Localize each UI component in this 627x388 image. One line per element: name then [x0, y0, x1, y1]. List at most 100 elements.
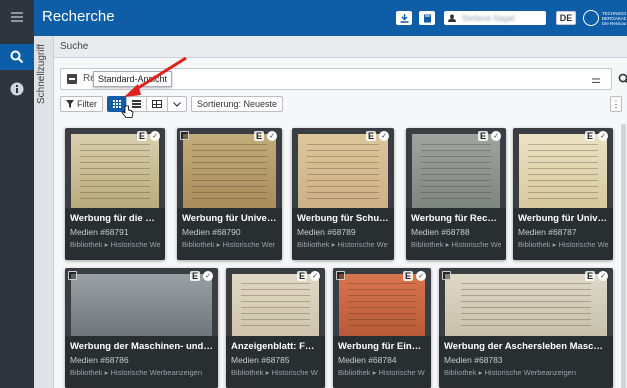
search-button[interactable]: [616, 68, 627, 90]
card-path: Bibliothek ▸ Historische We: [411, 240, 501, 249]
copy-icon[interactable]: [442, 271, 451, 280]
card-media-id: Medien #68786: [70, 355, 129, 365]
card-path: Bibliothek ▸ Historische We: [518, 240, 608, 249]
card-badge: E: [477, 131, 488, 141]
card-badge: E: [365, 131, 376, 141]
card-media-id: Medien #68790: [182, 227, 241, 237]
card-meta: Werbung der Maschinen- und Ar... Medien …: [65, 336, 218, 388]
filter-sliders-icon[interactable]: ⚌: [591, 73, 601, 86]
quick-access-label: Schnellzugriff: [36, 44, 47, 104]
card-title: Werbung für Receiv...: [411, 213, 501, 224]
card-badge: E: [584, 271, 595, 281]
results-scrollbar[interactable]: [621, 124, 626, 388]
card-path: Bibliothek ▸ Historische W: [338, 368, 425, 377]
select-checkbox[interactable]: ✓: [310, 271, 320, 281]
result-card[interactable]: E ✓ Anzeigenblatt: Füh... Medien #68785 …: [226, 268, 325, 388]
select-checkbox[interactable]: ✓: [203, 271, 213, 281]
select-checkbox[interactable]: ✓: [150, 131, 160, 141]
language-button[interactable]: DE: [556, 11, 576, 25]
result-card[interactable]: E ✓ Werbung für Receiv... Medien #68788 …: [406, 128, 506, 260]
select-checkbox[interactable]: ✓: [598, 131, 608, 141]
card-media-id: Medien #68788: [411, 227, 470, 237]
card-meta: Werbung für die Feu... Medien #68791 Bib…: [65, 208, 165, 260]
card-media-id: Medien #68789: [297, 227, 356, 237]
quick-access-strip[interactable]: Schnellzugriff: [34, 36, 54, 388]
copy-icon[interactable]: [68, 271, 77, 280]
view-mode-group: [107, 96, 187, 112]
top-bar: Recherche Stefanie Nagel DE TECHNISCHE U…: [34, 0, 627, 36]
search-icon: [618, 73, 627, 84]
select-checkbox[interactable]: ✓: [267, 131, 277, 141]
result-card[interactable]: E ✓ Werbung für Einba... Medien #68784 B…: [333, 268, 431, 388]
card-thumbnail: [339, 274, 425, 336]
card-meta: Werbung der Aschersleben Maschinen... Me…: [439, 336, 613, 388]
table-view-button[interactable]: [146, 96, 168, 112]
card-thumbnail: [71, 274, 212, 336]
card-path: Bibliothek ▸ Historische W: [231, 368, 318, 377]
card-thumbnail: [232, 274, 319, 336]
card-meta: Werbung für Einba... Medien #68784 Bibli…: [333, 336, 431, 388]
card-path: Bibliothek ▸ Historische We: [297, 240, 388, 249]
download-button[interactable]: [396, 11, 412, 25]
card-title: Werbung der Maschinen- und Ar...: [70, 341, 213, 352]
result-card[interactable]: E ✓ Werbung für Schutzb... Medien #68789…: [292, 128, 394, 260]
card-title: Anzeigenblatt: Füh...: [231, 341, 320, 352]
select-checkbox[interactable]: ✓: [491, 131, 501, 141]
search-section-header: Suche: [54, 36, 627, 58]
select-checkbox[interactable]: ✓: [598, 271, 608, 281]
card-meta: Werbung für Univers... Medien #68790 Bib…: [177, 208, 282, 260]
info-icon[interactable]: [0, 76, 34, 102]
card-media-id: Medien #68787: [518, 227, 577, 237]
list-icon: [132, 100, 141, 108]
select-checkbox[interactable]: ✓: [379, 131, 389, 141]
card-media-id: Medien #68791: [70, 227, 129, 237]
card-media-id: Medien #68783: [444, 355, 503, 365]
search-nav-icon[interactable]: [0, 44, 34, 70]
copy-icon[interactable]: [180, 131, 189, 140]
card-title: Werbung für die Feu...: [70, 213, 160, 224]
card-meta: Werbung für Receiv... Medien #68788 Bibl…: [406, 208, 506, 260]
more-options-button[interactable]: ⋮: [610, 96, 622, 112]
search-input[interactable]: Re Standard-Ansicht ⚌: [60, 68, 612, 90]
card-badge: E: [296, 271, 307, 281]
result-card[interactable]: E ✓ Werbung für Univers... Medien #68790…: [177, 128, 282, 260]
grid-view-button[interactable]: [107, 96, 127, 112]
saved-search-icon[interactable]: [67, 74, 77, 84]
card-path: Bibliothek ▸ Historische Werbeanzeigen: [444, 368, 577, 377]
select-checkbox[interactable]: ✓: [416, 271, 426, 281]
card-title: Werbung für Einba...: [338, 341, 426, 352]
card-title: Werbung für Univers...: [182, 213, 277, 224]
card-thumbnail: [412, 134, 500, 208]
download-icon: [400, 13, 408, 23]
card-media-id: Medien #68785: [231, 355, 290, 365]
menu-icon[interactable]: [0, 4, 34, 30]
card-title: Werbung für Univers...: [518, 213, 608, 224]
filter-button[interactable]: Filter: [60, 96, 103, 112]
card-path: Bibliothek ▸ Historische We: [70, 240, 160, 249]
result-card[interactable]: E ✓ Werbung für die Feu... Medien #68791…: [65, 128, 165, 260]
list-view-button[interactable]: [126, 96, 147, 112]
user-icon: [448, 14, 456, 22]
view-selection-tooltip[interactable]: Standard-Ansicht: [93, 71, 173, 87]
card-meta: Werbung für Univers... Medien #68787 Bib…: [513, 208, 613, 260]
copy-icon[interactable]: [336, 271, 345, 280]
search-section-label: Suche: [60, 41, 89, 52]
sort-button[interactable]: Sortierung: Neueste: [191, 96, 284, 112]
result-card[interactable]: E ✓ Werbung der Aschersleben Maschinen..…: [439, 268, 613, 388]
result-card[interactable]: E ✓ Werbung der Maschinen- und Ar... Med…: [65, 268, 218, 388]
card-badge: E: [136, 131, 147, 141]
card-badge: E: [253, 131, 264, 141]
table-icon: [152, 100, 162, 108]
card-meta: Anzeigenblatt: Füh... Medien #68785 Bibl…: [226, 336, 325, 388]
user-menu-button[interactable]: Stefanie Nagel: [444, 11, 546, 25]
left-rail: [0, 0, 34, 388]
bookmark-button[interactable]: [419, 11, 435, 25]
card-badge: E: [189, 271, 200, 281]
result-card[interactable]: E ✓ Werbung für Univers... Medien #68787…: [513, 128, 613, 260]
card-title: Werbung für Schutzb...: [297, 213, 389, 224]
chevron-down-icon: [173, 101, 181, 107]
card-thumbnail: [519, 134, 607, 208]
card-path: Bibliothek ▸ Historische Werbeanzeigen: [70, 368, 203, 377]
card-badge: E: [402, 271, 413, 281]
view-dropdown-button[interactable]: [167, 96, 187, 112]
